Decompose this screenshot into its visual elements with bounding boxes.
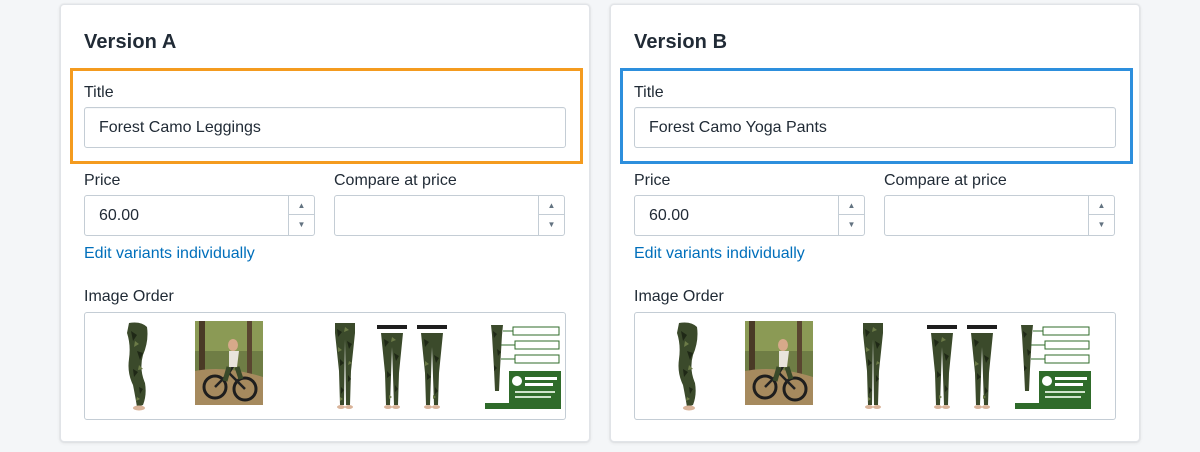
increment-arrow-icon[interactable]: ▲ xyxy=(289,196,314,215)
price-value: 60.00 xyxy=(649,207,690,224)
decrement-arrow-icon[interactable]: ▼ xyxy=(839,215,864,234)
tree-tribe-infographic[interactable] xyxy=(485,321,561,411)
leggings-side-image[interactable] xyxy=(119,321,155,411)
leggings-pair-image[interactable] xyxy=(377,321,453,411)
compare-price-stepper: ▲ ▼ xyxy=(1088,196,1114,235)
image-order-label: Image Order xyxy=(634,288,724,305)
leggings-side-image[interactable] xyxy=(669,321,705,411)
image-order-label: Image Order xyxy=(84,288,174,305)
price-value: 60.00 xyxy=(99,207,140,224)
image-order-strip xyxy=(84,312,566,420)
compare-price-input[interactable]: ▲ ▼ xyxy=(334,195,565,236)
version-a-card: Version A Title Forest Camo Leggings Pri… xyxy=(60,4,590,442)
price-stepper: ▲ ▼ xyxy=(838,196,864,235)
price-input[interactable]: 60.00 ▲ ▼ xyxy=(634,195,865,236)
increment-arrow-icon[interactable]: ▲ xyxy=(1089,196,1114,215)
title-label: Title xyxy=(634,84,664,101)
increment-arrow-icon[interactable]: ▲ xyxy=(539,196,564,215)
version-b-card: Version B Title Forest Camo Yoga Pants P… xyxy=(610,4,1140,442)
bike-rider-photo[interactable] xyxy=(745,321,813,411)
decrement-arrow-icon[interactable]: ▼ xyxy=(1089,215,1114,234)
compare-price-input[interactable]: ▲ ▼ xyxy=(884,195,1115,236)
leggings-pair-image[interactable] xyxy=(927,321,1003,411)
price-label: Price xyxy=(634,172,671,189)
price-label: Price xyxy=(84,172,121,189)
title-label: Title xyxy=(84,84,114,101)
increment-arrow-icon[interactable]: ▲ xyxy=(839,196,864,215)
compare-price-stepper: ▲ ▼ xyxy=(538,196,564,235)
title-input[interactable]: Forest Camo Leggings xyxy=(84,107,566,148)
price-input[interactable]: 60.00 ▲ ▼ xyxy=(84,195,315,236)
tree-tribe-infographic[interactable] xyxy=(1015,321,1091,411)
edit-variants-link[interactable]: Edit variants individually xyxy=(634,245,805,263)
card-heading: Version A xyxy=(84,31,177,53)
compare-price-label: Compare at price xyxy=(884,172,1007,189)
image-order-strip xyxy=(634,312,1116,420)
decrement-arrow-icon[interactable]: ▼ xyxy=(289,215,314,234)
bike-rider-photo[interactable] xyxy=(195,321,263,411)
compare-price-label: Compare at price xyxy=(334,172,457,189)
card-heading: Version B xyxy=(634,31,728,53)
price-stepper: ▲ ▼ xyxy=(288,196,314,235)
leggings-front-image[interactable] xyxy=(859,321,887,411)
leggings-front-image[interactable] xyxy=(331,321,359,411)
title-input[interactable]: Forest Camo Yoga Pants xyxy=(634,107,1116,148)
edit-variants-link[interactable]: Edit variants individually xyxy=(84,245,255,263)
decrement-arrow-icon[interactable]: ▼ xyxy=(539,215,564,234)
